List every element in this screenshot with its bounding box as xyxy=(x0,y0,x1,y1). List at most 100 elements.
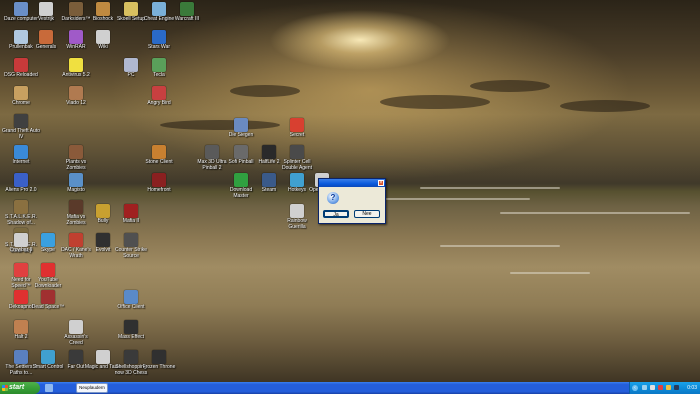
desktop-icon[interactable]: Aliens Pro 2.0 xyxy=(2,173,40,194)
app-icon xyxy=(14,58,28,72)
app-icon xyxy=(152,173,166,187)
desktop-icon[interactable]: Counter Strike Source xyxy=(112,233,150,259)
app-icon xyxy=(41,233,55,247)
desktop-icon-label: Grand Theft Auto IV xyxy=(2,128,40,140)
desktop-icon[interactable]: Viado 12 xyxy=(57,86,95,107)
app-icon xyxy=(41,263,55,277)
start-button[interactable]: start xyxy=(0,382,40,394)
app-icon xyxy=(14,114,28,128)
desktop-icon[interactable]: DSG Reloaded xyxy=(2,58,40,79)
dialog-titlebar[interactable]: × xyxy=(319,179,385,187)
wave xyxy=(440,245,560,247)
desktop-icon[interactable]: Mass Effect xyxy=(112,320,150,341)
desktop-icon[interactable]: Rainbow Guerilla xyxy=(278,204,316,230)
app-icon xyxy=(124,2,138,16)
desktop-icon-label: Chrome xyxy=(12,100,30,106)
app-icon xyxy=(152,145,166,159)
desktop-icon-label: Wiki xyxy=(98,44,108,50)
desktop-icon[interactable]: Stars War xyxy=(140,30,178,51)
app-icon xyxy=(69,2,83,16)
start-label: start xyxy=(9,384,25,391)
desktop-icon[interactable]: Antivirus 5.2 xyxy=(57,58,95,79)
desktop-icon[interactable]: Internet xyxy=(2,145,40,166)
wave xyxy=(510,272,590,274)
network-icon[interactable] xyxy=(642,385,647,390)
steam-tray-icon[interactable] xyxy=(674,385,679,390)
desktop-icon-label: Tecla xyxy=(153,72,165,78)
desktop-icon-label: Stars War xyxy=(147,44,171,50)
desktop-icon-label: DSG Reloaded xyxy=(4,72,38,78)
app-icon xyxy=(124,350,138,364)
app-icon xyxy=(14,173,28,187)
desktop-icon-label: Frozen Throne xyxy=(142,364,176,370)
desktop-icon-label: Secret xyxy=(289,132,305,138)
desktop-icon[interactable]: S.T.A.L.K.E.R. Shadow of... xyxy=(2,200,40,226)
desktop-icon[interactable]: Die Siegen xyxy=(222,118,260,139)
app-icon xyxy=(69,233,83,247)
app-icon xyxy=(14,290,28,304)
app-icon xyxy=(14,2,28,16)
desktop-icon-label: Halt 2 xyxy=(14,334,28,340)
app-icon xyxy=(14,263,28,277)
desktop-icon-label: Rainbow Guerilla xyxy=(287,218,307,230)
desktop-icon[interactable]: Homefront xyxy=(140,173,178,194)
app-icon xyxy=(96,350,110,364)
desktop-icon-label: YouTube Downloader xyxy=(34,277,62,289)
taskbar-button[interactable]: Neuplaudern xyxy=(76,383,108,393)
desktop-icon[interactable]: Warcraft III xyxy=(168,2,206,23)
app-icon xyxy=(69,173,83,187)
tray-expand-icon[interactable]: ‹ xyxy=(632,385,638,391)
desktop-icon[interactable]: Secret xyxy=(278,118,316,139)
app-icon xyxy=(152,86,166,100)
app-icon xyxy=(290,118,304,132)
no-button[interactable]: Nee xyxy=(354,210,380,218)
system-tray: ‹ 0:03 xyxy=(629,382,700,394)
desktop-icon[interactable]: Plants vs Zombies xyxy=(57,145,95,171)
app-icon xyxy=(290,173,304,187)
close-button[interactable]: × xyxy=(378,180,384,186)
app-icon xyxy=(14,233,28,247)
app-icon xyxy=(234,118,248,132)
desktop-icon-label: Viado 12 xyxy=(66,100,86,106)
app-icon xyxy=(124,204,138,218)
desktop-icon[interactable]: Wiki xyxy=(84,30,122,51)
desktop-icon[interactable]: Magisto xyxy=(57,173,95,194)
desktop-icon-label: Mafia II xyxy=(122,218,140,224)
desktop-icon[interactable]: Assassin's Creed xyxy=(57,320,95,346)
desktop-icon[interactable]: Splinter Cell Double Agent xyxy=(278,145,316,171)
app-icon xyxy=(124,320,138,334)
desktop-icon[interactable]: Stone Client xyxy=(140,145,178,166)
desktop-icon[interactable]: Office Client xyxy=(112,290,150,311)
cloud xyxy=(560,100,650,112)
app-icon xyxy=(96,30,110,44)
desktop-icon[interactable]: Halt 2 xyxy=(2,320,40,341)
show-desktop-icon[interactable] xyxy=(45,384,53,392)
app-icon xyxy=(96,204,110,218)
desktop[interactable]: Daze computer Vestrijk Darksiders™ Bioshock… xyxy=(0,0,700,382)
desktop-icon[interactable]: Tecla xyxy=(140,58,178,79)
security-icon[interactable] xyxy=(658,385,663,390)
app-icon xyxy=(39,30,53,44)
volume-icon[interactable] xyxy=(650,385,655,390)
app-icon xyxy=(14,200,28,214)
desktop-icon[interactable]: YouTube Downloader xyxy=(29,263,67,289)
desktop-icon[interactable]: Chrome xyxy=(2,86,40,107)
desktop-icon-label: Warcraft III xyxy=(174,16,200,22)
app-icon xyxy=(39,2,53,16)
desktop-icon[interactable]: Dead Space™ xyxy=(29,290,67,311)
desktop-icon-label: Office Client xyxy=(117,304,145,310)
desktop-icon[interactable]: Angry Bird xyxy=(140,86,178,107)
app-icon xyxy=(152,58,166,72)
desktop-icon[interactable]: Frozen Throne xyxy=(140,350,178,371)
desktop-icon-label: Assassin's Creed xyxy=(64,334,88,346)
desktop-icon[interactable]: Grand Theft Auto IV xyxy=(2,114,40,140)
yes-button[interactable]: Ja xyxy=(323,210,349,218)
app-icon xyxy=(96,233,110,247)
app-icon xyxy=(124,290,138,304)
update-icon[interactable] xyxy=(666,385,671,390)
cloud xyxy=(160,120,280,130)
desktop-icon-label: S.T.A.L.K.E.R. Shadow of... xyxy=(5,214,37,226)
taskbar: start Neuplaudern ‹ 0:03 xyxy=(0,382,700,394)
desktop-icon[interactable]: Mafia II xyxy=(112,204,150,225)
desktop-icon-label: Splinter Cell Double Agent xyxy=(281,159,313,171)
